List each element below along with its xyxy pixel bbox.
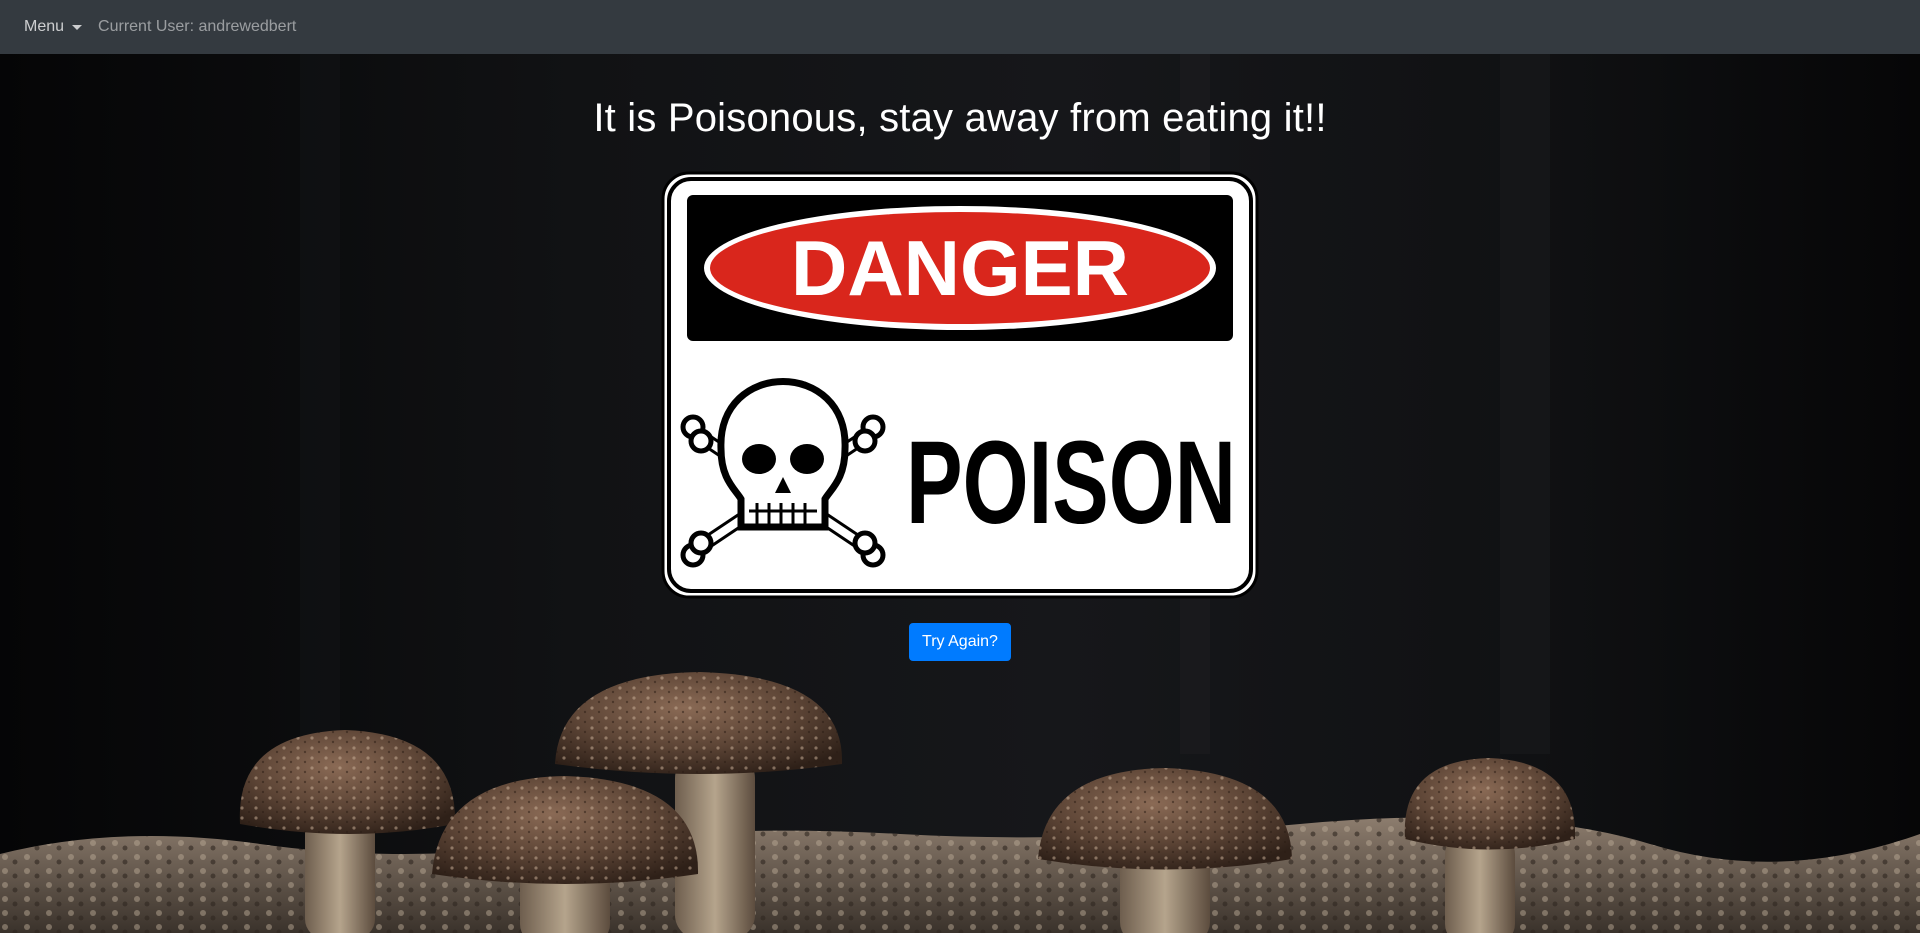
menu-dropdown[interactable]: Menu <box>24 18 83 36</box>
sign-danger-text: DANGER <box>791 224 1129 312</box>
caret-down-icon <box>72 24 83 30</box>
current-user-label: Current User: andrewedbert <box>98 18 297 35</box>
top-navbar: Menu Current User: andrewedbert <box>0 0 1920 54</box>
main-content: It is Poisonous, stay away from eating i… <box>0 54 1920 661</box>
try-again-button[interactable]: Try Again? <box>909 623 1011 661</box>
menu-label: Menu <box>24 18 65 35</box>
danger-poison-sign: DANGER POISON <box>661 171 1259 599</box>
sign-poison-text: POISON <box>906 417 1236 549</box>
page-title: It is Poisonous, stay away from eating i… <box>593 96 1327 140</box>
